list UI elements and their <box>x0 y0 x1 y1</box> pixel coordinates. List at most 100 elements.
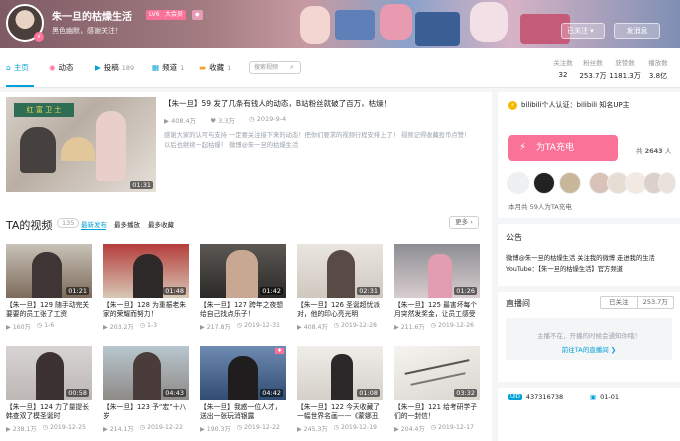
publish-date-value: 1-6 <box>44 322 55 329</box>
video-thumbnail[interactable]: 03:32 <box>394 346 480 400</box>
username[interactable]: 朱一旦的枯燥生活 <box>52 8 132 23</box>
video-meta: ▶ 238.1万 ◷ 2019-12-25 <box>6 424 92 433</box>
tab-label: 投稿 <box>103 63 119 72</box>
tab-dynamic[interactable]: ◉ 动态 <box>49 62 74 73</box>
video-card[interactable]: 01:08 【朱一旦】122 今天收藏了一幅世界名画——《蒙娜丑莎》 ▶ 245… <box>297 346 383 433</box>
fan-avatar[interactable] <box>658 172 676 194</box>
play-count: ▶ 408.4万 <box>297 324 328 331</box>
thumb-person <box>228 356 258 400</box>
fan-avatar[interactable] <box>533 172 555 194</box>
play-count: ▶ 238.1万 <box>6 426 37 433</box>
sort-indicator <box>81 229 106 230</box>
publish-date-value: 1-3 <box>147 322 158 329</box>
video-title[interactable]: 【朱一旦】126 圣诞超忧派对，他的印心亮光明 <box>297 301 383 319</box>
publish-date: ◷ 1-6 <box>36 322 55 329</box>
video-thumbnail[interactable]: 02:31 <box>297 244 383 298</box>
video-meta: ▶ 408.4万 ◷ 2019-12-28 <box>297 322 383 331</box>
video-card[interactable]: 04:43 【朱一旦】123 予“宏”十八岁 ▶ 214.1万 ◷ 2019-12… <box>103 346 189 433</box>
play-count: ▶ 217.8万 <box>200 324 231 331</box>
live-link[interactable]: 前往TA的直播间 ❯ <box>506 344 672 354</box>
video-title[interactable]: 【朱一旦】我惑一位人才，送出一张玩消银露 <box>200 403 286 421</box>
active-tab-indicator <box>6 85 34 87</box>
gift-icon: ◆ <box>192 10 203 20</box>
video-card[interactable]: 00:58 【朱一旦】124 力了量提长韩查双了模圣诞时 ▶ 238.1万 ◷ 2… <box>6 346 92 433</box>
video-card[interactable]: 01:26 【朱一旦】125 最害坏每个月突然发奖金，让员工感受惊喜 ▶ 211… <box>394 244 480 331</box>
video-thumbnail[interactable]: 00:58 <box>6 346 92 400</box>
videos-count: 135 <box>57 218 80 228</box>
featured-title[interactable]: 【朱一旦】59 发了几条有钱人的动态，B站粉丝就破了百万，枯燥！ <box>164 98 484 109</box>
video-meta: ▶ 204.4万 ◷ 2019-12-17 <box>394 424 480 433</box>
publish-date: ◷ 2019-12-19 <box>333 424 377 431</box>
video-thumbnail[interactable]: 04:43 <box>103 346 189 400</box>
video-thumbnail[interactable]: 01:26 <box>394 244 480 298</box>
thumb-person <box>428 254 452 298</box>
play-count-value: 211.6万 <box>400 324 425 331</box>
publish-date-value: 2019-12-17 <box>438 424 474 431</box>
like-count-value: 3.3万 <box>218 117 235 125</box>
video-thumbnail[interactable]: ♦ 04:42 <box>200 346 286 400</box>
videos-section-title: TA的视频 <box>6 219 53 232</box>
video-duration: 02:31 <box>357 287 380 295</box>
video-meta: ▶ 245.3万 ◷ 2019-12-19 <box>297 424 383 433</box>
video-thumbnail[interactable]: 01:42 <box>200 244 286 298</box>
verified-icon: ⚡ <box>508 100 517 110</box>
tab-label: 动态 <box>58 63 74 72</box>
message-button[interactable]: 发消息 <box>614 23 660 39</box>
tab-label: 收藏 <box>209 63 225 72</box>
stat-value: 3.8亿 <box>648 72 668 80</box>
video-duration: 03:32 <box>454 389 477 397</box>
follow-button[interactable]: 已关注 ▾ <box>561 23 605 39</box>
video-title[interactable]: 【朱一旦】127 跨年之夜想给自己找点乐子！ <box>200 301 286 319</box>
video-title[interactable]: 【朱一旦】121 给考研学子们的一封信！ <box>394 403 480 421</box>
video-card[interactable]: 02:31 【朱一旦】126 圣诞超忧派对，他的印心亮光明 ▶ 408.4万 ◷ … <box>297 244 383 331</box>
follow-label: 已关注 <box>567 27 588 35</box>
video-card[interactable]: 01:48 【朱一旦】128 为重振老朱家的荣耀而努力！ ▶ 203.2万 ◷ 1… <box>103 244 189 331</box>
thumb-person <box>327 250 355 298</box>
video-title[interactable]: 【朱一旦】122 今天收藏了一幅世界名画——《蒙娜丑莎》 <box>297 403 383 421</box>
tab-uploads[interactable]: ▶ 投稿 189 <box>95 62 134 73</box>
video-thumbnail[interactable]: 01:21 <box>6 244 92 298</box>
video-duration: 01:21 <box>66 287 89 295</box>
verified-icon: ⚡ <box>34 32 44 42</box>
charge-button[interactable]: ⚡ 为TA充电 <box>508 135 618 161</box>
sort-latest[interactable]: 最新发布 <box>81 219 107 229</box>
video-title[interactable]: 【朱一旦】123 予“宏”十八岁 <box>103 403 189 421</box>
tab-home[interactable]: ⌂ 主页 <box>6 62 29 73</box>
tab-channel[interactable]: ▦ 频道 1 <box>152 62 184 73</box>
video-card[interactable]: 01:21 【朱一旦】129 随手动完关要要的员工张了工资 ▶ 160万 ◷ 1-… <box>6 244 92 331</box>
play-count-value: 217.8万 <box>206 324 231 331</box>
video-card[interactable]: 01:42 【朱一旦】127 跨年之夜想给自己找点乐子！ ▶ 217.8万 ◷ 2… <box>200 244 286 331</box>
video-meta: ▶ 211.6万 ◷ 2019-12-26 <box>394 322 480 331</box>
search-icon[interactable]: ⌕ <box>290 63 294 72</box>
fan-avatar[interactable] <box>559 172 581 194</box>
stat-fans[interactable]: 粉丝数 253.7万 <box>575 57 611 81</box>
sort-most-fav[interactable]: 最多收藏 <box>148 219 174 229</box>
notice-text: 微博@朱一旦的枯燥生活 关注我的微博 走进我的生活 YouTube：【朱一旦的枯… <box>506 255 655 273</box>
sort-most-played[interactable]: 最多播放 <box>114 219 140 229</box>
play-count: ▶ 245.3万 <box>297 426 328 433</box>
video-meta: ▶ 214.1万 ◷ 2019-12-22 <box>103 424 189 433</box>
fan-avatar[interactable] <box>507 172 529 194</box>
video-title[interactable]: 【朱一旦】128 为重振老朱家的荣耀而努力！ <box>103 301 189 319</box>
play-count: ▶ 211.6万 <box>394 324 425 331</box>
live-follow-box[interactable]: 已关注 253.7万 <box>600 296 674 309</box>
video-thumbnail[interactable]: 01:08 <box>297 346 383 400</box>
thumb-person <box>20 127 56 173</box>
video-title[interactable]: 【朱一旦】125 最害坏每个月突然发奖金，让员工感受惊喜 <box>394 301 480 319</box>
thumb-fan <box>61 137 95 161</box>
video-title[interactable]: 【朱一旦】124 力了量提长韩查双了模圣诞时 <box>6 403 92 421</box>
video-title[interactable]: 【朱一旦】129 随手动完关要要的员工张了工资 <box>6 301 92 319</box>
video-thumbnail[interactable]: 01:48 <box>103 244 189 298</box>
stat-value: 253.7万 <box>579 72 607 80</box>
video-card[interactable]: 03:32 【朱一旦】121 给考研学子们的一封信！ ▶ 204.4万 ◷ 201… <box>394 346 480 433</box>
featured-thumbnail[interactable]: 红 富 卫 士 01:31 <box>6 97 156 192</box>
video-card[interactable]: ♦ 04:42 【朱一旦】我惑一位人才，送出一张玩消银露 ▶ 190.3万 ◷ 20… <box>200 346 286 433</box>
play-count-value: 408.4万 <box>303 324 328 331</box>
video-meta: ▶ 160万 ◷ 1-6 <box>6 322 92 331</box>
tab-label: 主页 <box>13 63 29 72</box>
stat-value: 1181.3万 <box>609 72 641 80</box>
tab-count: 189 <box>121 63 135 72</box>
more-button[interactable]: 更多 › <box>449 216 479 229</box>
birthday-row: ▣ 01-01 <box>590 393 619 401</box>
tab-favorites[interactable]: ▬ 收藏 1 <box>199 62 231 73</box>
